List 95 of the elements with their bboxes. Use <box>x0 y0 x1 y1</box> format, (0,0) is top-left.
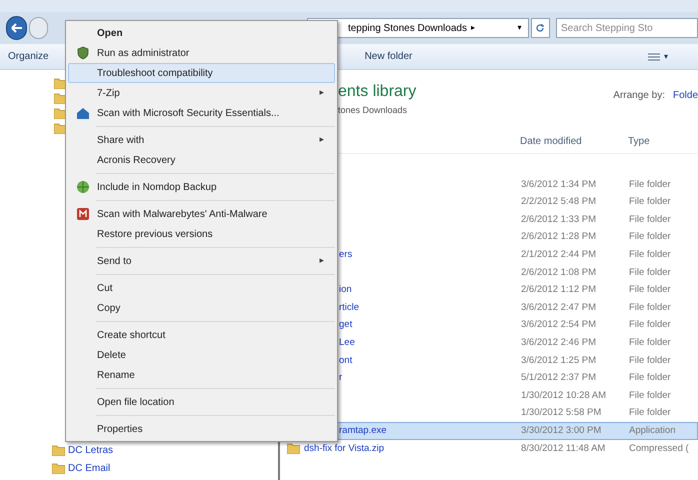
file-name: Lee <box>339 336 355 350</box>
file-name: ramtap.exe <box>339 424 387 438</box>
menu-item-label: Run as administrator <box>97 46 190 60</box>
date-cell-text: 3/30/2012 3:00 PM <box>521 424 602 438</box>
type-cell: File folder <box>629 371 671 386</box>
library-title: ents library <box>338 82 416 102</box>
menu-item-label: Copy <box>97 302 120 316</box>
submenu-arrow: ▸ <box>320 133 324 146</box>
menu-item[interactable]: Troubleshoot compatibility <box>68 63 335 83</box>
menu-item-label: 7-Zip <box>97 86 120 100</box>
file-name: r <box>339 371 342 386</box>
date-cell-text: 5/1/2012 2:37 PM <box>521 371 597 386</box>
file-name: ont <box>339 354 352 368</box>
menu-item-label: Include in Nomdop Backup <box>97 180 217 194</box>
type-cell: File folder <box>629 354 671 368</box>
menu-item-label: Cut <box>97 282 113 296</box>
type-cell: File folder <box>629 178 671 192</box>
date-cell-text: 2/1/2012 2:44 PM <box>521 248 597 262</box>
type-cell-text: File folder <box>629 406 671 420</box>
file-name: dsh-fix for Vista.zip <box>304 442 384 456</box>
views-button[interactable]: ▾ <box>648 50 668 62</box>
menu-item[interactable]: Delete <box>68 345 335 365</box>
menu-item[interactable]: Create shortcut <box>68 325 335 345</box>
menu-item[interactable]: Scan with Microsoft Security Essentials... <box>68 103 335 123</box>
organize-button[interactable]: Organize <box>8 49 49 64</box>
date-cell-text: 2/6/2012 1:28 PM <box>521 230 597 244</box>
file-name: get <box>339 318 352 332</box>
menu-item-label: Delete <box>97 348 126 362</box>
menu-item-label: Rename <box>97 368 135 382</box>
menu-item-label: Scan with Microsoft Security Essentials... <box>97 106 280 120</box>
date-cell-text: 3/6/2012 1:25 PM <box>521 354 597 368</box>
type-cell-text: File folder <box>629 195 671 210</box>
file-name: rticle <box>339 300 360 315</box>
menu-item-label: Acronis Recovery <box>97 154 176 168</box>
menu-item-label: Restore previous versions <box>97 228 213 242</box>
menu-item[interactable]: Open file location <box>68 392 335 412</box>
menu-item[interactable]: Cut <box>68 278 335 298</box>
type-cell: File folder <box>629 336 671 350</box>
menu-item-label: Properties <box>97 422 143 436</box>
menu-item[interactable]: 7-Zip ▸ <box>68 83 335 103</box>
date-cell-text: 3/6/2012 2:54 PM <box>521 318 597 332</box>
library-subtitle: tones Downloads <box>338 104 408 117</box>
menu-item[interactable]: Run as administrator <box>68 43 335 63</box>
date-cell-text: 2/6/2012 1:33 PM <box>521 212 597 227</box>
menu-item-label: Share with <box>97 134 144 148</box>
file-row[interactable]: dsh-fix for Vista.zip 8/30/2012 11:48 AM Compressed ( <box>280 440 698 458</box>
breadcrumb-arrow: ▸ <box>470 22 475 34</box>
arrange-dropdown[interactable]: Folde <box>672 88 698 103</box>
file-name: ion <box>339 283 352 298</box>
type-cell: File folder <box>629 248 671 262</box>
type-cell-text: File folder <box>629 212 671 227</box>
sidebar-item[interactable]: DC Letras <box>52 443 278 458</box>
column-header[interactable]: Date modified <box>520 134 628 149</box>
sidebar-item[interactable]: DC Email <box>52 461 278 476</box>
file-name: ers <box>339 248 352 262</box>
column-header[interactable]: Type <box>628 134 650 149</box>
menu-item[interactable]: Include in Nomdop Backup <box>68 177 335 197</box>
type-cell-text: Application <box>629 424 676 438</box>
address-caret: ▾ <box>518 22 522 34</box>
address-path: tepping Stones Downloads <box>348 22 467 36</box>
menu-item[interactable]: Rename <box>68 365 335 385</box>
menu-item[interactable]: Acronis Recovery <box>68 150 335 170</box>
type-cell-text: File folder <box>629 230 671 244</box>
type-cell-text: File folder <box>629 318 671 332</box>
menu-item[interactable]: Send to ▸ <box>68 251 335 271</box>
date-cell-text: 3/6/2012 2:47 PM <box>521 300 597 315</box>
type-cell: File folder <box>629 283 671 298</box>
menu-item[interactable]: Copy <box>68 298 335 318</box>
type-cell-text: File folder <box>629 300 671 315</box>
menu-item-label: Open <box>97 26 123 40</box>
date-cell-text: 3/6/2012 2:46 PM <box>521 336 597 350</box>
arrange-label: Arrange by: <box>613 89 665 103</box>
menu-item-label: Send to <box>97 254 132 268</box>
date-cell-text: 1/30/2012 10:28 AM <box>521 388 608 403</box>
date-cell-text: 3/6/2012 1:34 PM <box>521 178 597 192</box>
new-folder-button[interactable]: New folder <box>364 49 412 64</box>
date-cell-text: 8/30/2012 11:48 AM <box>521 442 606 456</box>
menu-item-label: Troubleshoot compatibility <box>97 66 213 80</box>
search-field[interactable]: Search Stepping Sto <box>556 18 698 38</box>
date-cell-text: 2/2/2012 5:48 PM <box>521 195 597 210</box>
menu-item[interactable]: Scan with Malwarebytes' Anti-Malware <box>68 204 335 224</box>
menu-item[interactable]: Share with ▸ <box>68 130 335 150</box>
type-cell-text: File folder <box>629 388 671 403</box>
menu-item-label: Scan with Malwarebytes' Anti-Malware <box>97 208 268 222</box>
views-caret: ▾ <box>664 50 668 62</box>
date-cell-text: 1/30/2012 5:58 PM <box>521 406 602 420</box>
menu-item[interactable]: Restore previous versions <box>68 224 335 244</box>
type-cell: Compressed ( <box>629 442 689 456</box>
date-cell-text: 2/6/2012 1:08 PM <box>521 266 597 280</box>
submenu-arrow: ▸ <box>320 86 324 100</box>
submenu-arrow: ▸ <box>320 254 324 268</box>
date-cell-text: 2/6/2012 1:12 PM <box>521 283 597 298</box>
menu-item-label: Open file location <box>97 396 174 410</box>
type-cell: File folder <box>629 266 671 280</box>
menu-item-label: Create shortcut <box>97 328 166 342</box>
